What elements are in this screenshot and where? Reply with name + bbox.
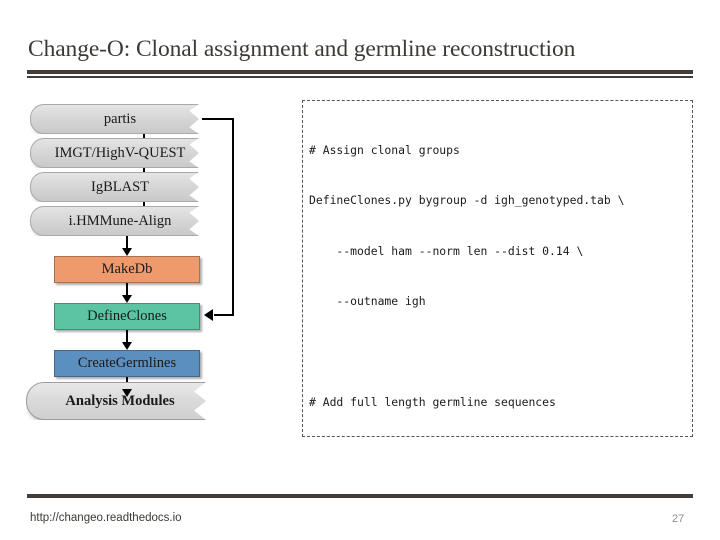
feedback-segment-top [202, 118, 234, 120]
flow-node-ihmmune-align-label: i.HMMune-Align [68, 212, 172, 229]
feedback-segment-bottom [214, 314, 234, 316]
title-divider-thin [27, 76, 693, 78]
arrowhead-feedback-defineclones [204, 309, 213, 321]
flow-node-imgt-highv-quest-label: IMGT/HighV-QUEST [54, 144, 186, 161]
arrowhead-makedb [122, 248, 132, 256]
code-line: DefineClones.py bygroup -d igh_genotyped… [309, 193, 625, 208]
arrowhead-analysis [122, 389, 132, 397]
flow-node-igblast-label: IgBLAST [91, 178, 149, 195]
title-divider-thick [27, 70, 693, 74]
flow-node-creategermlines-label: CreateGermlines [77, 355, 177, 371]
code-line: # Add full length germline sequences [309, 395, 556, 410]
flow-node-makedb: MakeDb [54, 256, 200, 283]
feedback-segment-right [232, 118, 234, 316]
flow-node-creategermlines: CreateGermlines [54, 350, 200, 377]
command-code-block: # Assign clonal groups DefineClones.py b… [302, 100, 693, 437]
footer-url[interactable]: http://changeo.readthedocs.io [30, 512, 182, 524]
code-line: --outname igh [309, 294, 426, 309]
flow-node-ihmmune-align: i.HMMune-Align [30, 206, 199, 236]
flow-node-defineclones-label: DefineClones [87, 308, 167, 324]
flow-node-analysis-modules: Analysis Modules [26, 382, 206, 420]
flow-node-partis: partis [30, 104, 199, 134]
flow-node-analysis-modules-label: Analysis Modules [65, 392, 175, 409]
pipeline-flowchart: partis IMGT/HighV-QUEST IgBLAST i.HMMune… [22, 96, 284, 436]
code-line: --model ham --norm len --dist 0.14 \ [309, 243, 584, 258]
page-title: Change-O: Clonal assignment and germline… [28, 36, 576, 62]
flow-node-imgt-highv-quest: IMGT/HighV-QUEST [30, 138, 199, 168]
flow-node-igblast: IgBLAST [30, 172, 199, 202]
flow-node-defineclones: DefineClones [54, 303, 200, 330]
arrowhead-defineclones [122, 295, 132, 303]
flow-node-partis-label: partis [103, 110, 137, 127]
flow-node-makedb-label: MakeDb [101, 261, 153, 277]
page-number: 27 [672, 513, 685, 525]
footer-divider [27, 494, 693, 498]
code-line: # Assign clonal groups [309, 142, 460, 157]
arrowhead-creategermlines [122, 342, 132, 350]
